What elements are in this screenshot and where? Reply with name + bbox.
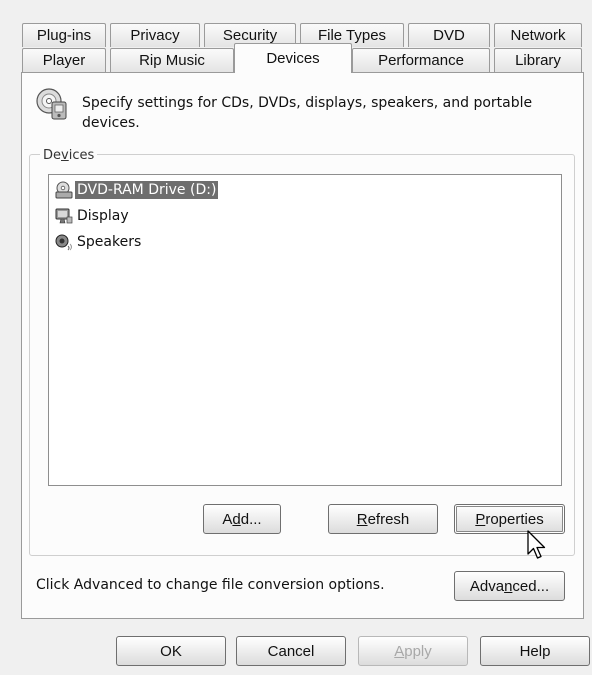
devices-list[interactable]: DVD-RAM Drive (D:) Display Speakers bbox=[48, 174, 562, 486]
dvd-drive-icon bbox=[55, 181, 73, 199]
tab-privacy[interactable]: Privacy bbox=[110, 23, 200, 47]
list-item-label: Display bbox=[77, 208, 129, 224]
devices-tab-panel: Specify settings for CDs, DVDs, displays… bbox=[21, 72, 584, 619]
mouse-pointer-icon bbox=[527, 530, 546, 559]
tab-network[interactable]: Network bbox=[494, 23, 582, 47]
ok-button[interactable]: OK bbox=[116, 636, 226, 666]
advanced-button[interactable]: Adva n ced... bbox=[454, 571, 565, 601]
apply-button: Apply bbox=[358, 636, 468, 666]
tab-rip-music[interactable]: Rip Music bbox=[110, 48, 234, 72]
add-button[interactable]: Ad d... bbox=[203, 504, 281, 534]
tab-dvd[interactable]: DVD bbox=[408, 23, 490, 47]
list-item-label: DVD-RAM Drive (D:) bbox=[75, 181, 219, 199]
cancel-button[interactable]: Cancel bbox=[236, 636, 346, 666]
tab-player[interactable]: Player bbox=[22, 48, 106, 72]
tab-library[interactable]: Library bbox=[494, 48, 582, 72]
properties-button[interactable]: Properties bbox=[454, 504, 565, 534]
cd-device-icon bbox=[36, 88, 67, 120]
advanced-hint-text: Click Advanced to change file conversion… bbox=[36, 577, 385, 593]
tab-performance[interactable]: Performance bbox=[352, 48, 490, 72]
display-icon bbox=[55, 208, 73, 224]
list-item-display[interactable]: Display bbox=[55, 206, 131, 226]
help-button[interactable]: Help bbox=[480, 636, 590, 666]
list-item-label: Speakers bbox=[77, 234, 142, 250]
tab-plug-ins[interactable]: Plug-ins bbox=[22, 23, 106, 47]
speakers-icon bbox=[55, 234, 72, 251]
devices-description: Specify settings for CDs, DVDs, displays… bbox=[82, 95, 533, 131]
tab-devices[interactable]: Devices bbox=[234, 43, 352, 73]
devices-group-label: Devices bbox=[40, 148, 98, 163]
list-item-dvd-ram-drive[interactable]: DVD-RAM Drive (D:) bbox=[55, 180, 219, 200]
list-item-speakers[interactable]: Speakers bbox=[55, 232, 143, 252]
refresh-button[interactable]: Refresh bbox=[328, 504, 438, 534]
